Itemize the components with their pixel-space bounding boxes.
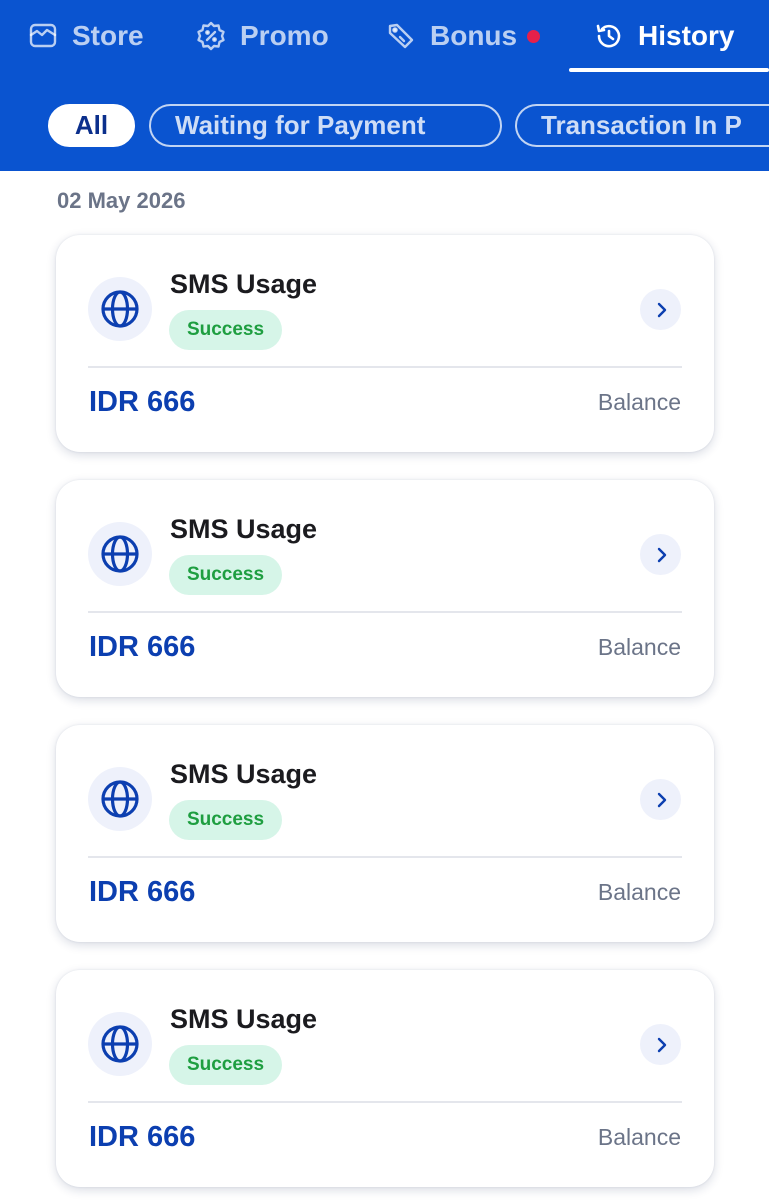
payment-method: Balance xyxy=(597,879,681,905)
filter-waiting-label: Waiting for Payment xyxy=(175,110,426,140)
tab-store-label: Store xyxy=(72,20,144,51)
filter-transaction-label: Transaction In P xyxy=(541,110,742,140)
notification-dot xyxy=(527,29,541,43)
card-divider xyxy=(88,856,682,858)
card-divider xyxy=(88,366,682,368)
transaction-card[interactable]: SMS Usage Success IDR 666 Balance xyxy=(56,235,714,452)
transaction-title: SMS Usage xyxy=(170,514,318,544)
active-tab-indicator xyxy=(569,68,769,72)
transaction-amount: IDR 666 xyxy=(89,876,196,908)
status-badge: Success xyxy=(169,310,282,350)
status-badge: Success xyxy=(169,555,282,595)
transaction-amount: IDR 666 xyxy=(89,386,196,418)
chevron-right-icon[interactable] xyxy=(640,534,681,575)
tab-promo-label: Promo xyxy=(240,20,329,51)
card-divider xyxy=(88,611,682,613)
globe-icon xyxy=(88,522,152,586)
transaction-title: SMS Usage xyxy=(170,759,318,789)
status-badge: Success xyxy=(169,1045,282,1085)
transaction-title: SMS Usage xyxy=(170,269,318,299)
transaction-card[interactable]: SMS Usage Success IDR 666 Balance xyxy=(56,480,714,697)
transaction-card[interactable]: SMS Usage Success IDR 666 Balance xyxy=(56,725,714,942)
filter-transaction-in-progress[interactable]: Transaction In P xyxy=(515,104,769,147)
payment-method: Balance xyxy=(597,389,681,415)
tab-history-label: History xyxy=(638,20,735,51)
date-group-label: 02 May 2026 xyxy=(57,188,186,213)
transaction-card[interactable]: SMS Usage Success IDR 666 Balance xyxy=(56,970,714,1187)
chevron-right-icon[interactable] xyxy=(640,289,681,330)
tab-bonus-label: Bonus xyxy=(430,20,518,51)
history-icon xyxy=(594,21,624,51)
tab-promo[interactable]: Promo xyxy=(196,14,329,58)
status-badge: Success xyxy=(169,800,282,840)
tab-bonus[interactable]: Bonus xyxy=(386,14,541,58)
transaction-amount: IDR 666 xyxy=(89,631,196,663)
transaction-title: SMS Usage xyxy=(170,1004,318,1034)
chevron-right-icon[interactable] xyxy=(640,779,681,820)
filter-all-label: All xyxy=(74,110,109,140)
transaction-amount: IDR 666 xyxy=(89,1121,196,1153)
bonus-icon xyxy=(386,21,416,51)
payment-method: Balance xyxy=(597,1124,681,1150)
filter-waiting-for-payment[interactable]: Waiting for Payment xyxy=(149,104,502,147)
app-header: Store Promo Bonus History All Waiting fo… xyxy=(0,0,769,171)
globe-icon xyxy=(88,767,152,831)
card-divider xyxy=(88,1101,682,1103)
promo-icon xyxy=(196,21,226,51)
chevron-right-icon[interactable] xyxy=(640,1024,681,1065)
globe-icon xyxy=(88,1012,152,1076)
top-tabs: Store Promo Bonus History xyxy=(0,0,769,72)
globe-icon xyxy=(88,277,152,341)
store-icon xyxy=(28,21,58,51)
tab-history[interactable]: History xyxy=(594,14,734,58)
tab-store[interactable]: Store xyxy=(28,14,144,58)
filter-all[interactable]: All xyxy=(48,104,135,147)
payment-method: Balance xyxy=(597,634,681,660)
